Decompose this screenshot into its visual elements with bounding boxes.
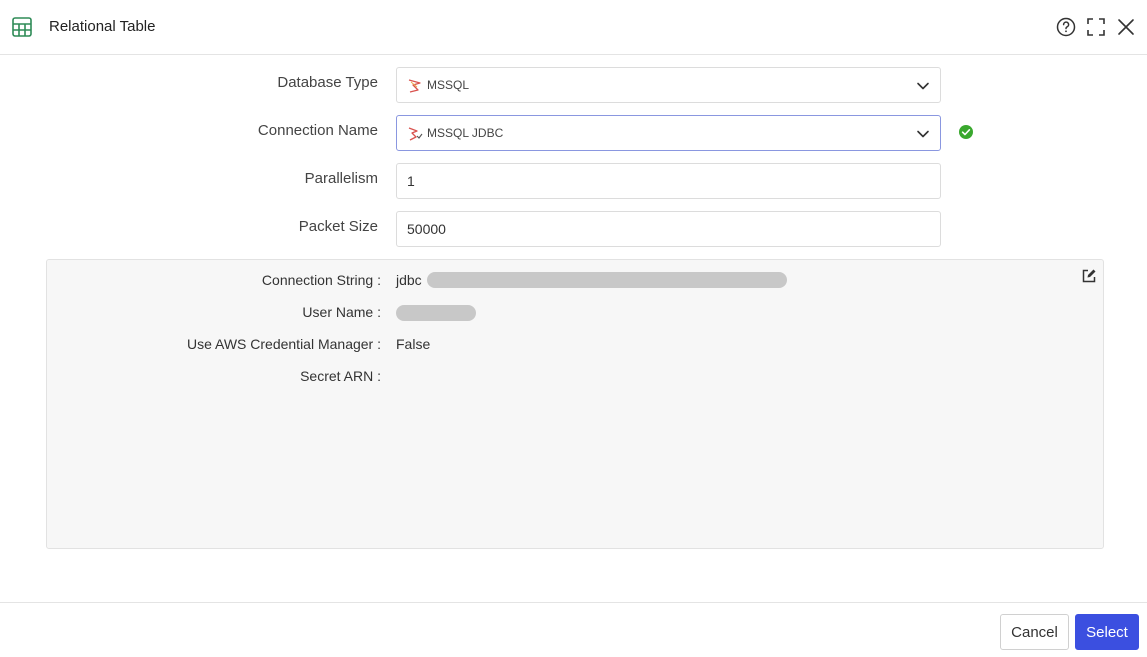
packet-size-input[interactable]: 50000: [396, 211, 941, 247]
dialog-footer: Cancel Select: [0, 602, 1147, 657]
connection-name-row: Connection Name MSSQL JDBC: [0, 115, 1147, 151]
parallelism-row: Parallelism 1: [0, 163, 1147, 199]
chevron-down-icon: [917, 82, 929, 90]
connection-string-label: Connection String :: [261, 272, 381, 288]
parallelism-label: Parallelism: [304, 170, 378, 187]
dialog-header: Relational Table: [0, 0, 1147, 55]
user-name-label: User Name :: [302, 304, 381, 320]
parallelism-input[interactable]: 1: [396, 163, 941, 199]
connection-string-value: jdbc: [396, 272, 422, 288]
secret-arn-label: Secret ARN :: [300, 368, 381, 384]
connection-name-label: Connection Name: [257, 122, 378, 139]
aws-credential-row: Use AWS Credential Manager : False: [47, 334, 1105, 356]
database-type-select[interactable]: MSSQL: [396, 67, 941, 103]
secret-arn-row: Secret ARN :: [47, 366, 1105, 388]
dialog-title: Relational Table: [49, 18, 156, 35]
user-name-row: User Name :: [47, 302, 1105, 324]
select-button[interactable]: Select: [1075, 614, 1139, 650]
mssql-icon: [408, 79, 421, 93]
redacted-connection-string: [427, 272, 787, 288]
mssql-jdbc-icon: [408, 127, 423, 141]
packet-size-row: Packet Size 50000: [0, 211, 1147, 247]
database-type-label: Database Type: [277, 74, 378, 91]
cancel-button[interactable]: Cancel: [1000, 614, 1069, 650]
aws-credential-value: False: [396, 336, 431, 352]
packet-size-value: 50000: [407, 221, 446, 237]
fullscreen-icon[interactable]: [1085, 16, 1107, 38]
help-icon[interactable]: [1055, 16, 1077, 38]
connection-string-row: Connection String : jdbc: [47, 270, 1105, 292]
database-type-value: MSSQL: [427, 78, 470, 92]
redacted-user-name: [396, 305, 476, 321]
connection-name-value: MSSQL JDBC: [427, 126, 504, 140]
database-type-row: Database Type MSSQL: [0, 67, 1147, 103]
close-icon[interactable]: [1115, 16, 1137, 38]
aws-credential-label: Use AWS Credential Manager :: [186, 336, 381, 352]
parallelism-value: 1: [407, 173, 415, 189]
connection-details-panel: Connection String : jdbc User Name : Use…: [46, 259, 1104, 549]
packet-size-label: Packet Size: [298, 218, 378, 235]
connection-ok-icon: [959, 125, 973, 139]
table-icon: [12, 17, 32, 37]
connection-name-select[interactable]: MSSQL JDBC: [396, 115, 941, 151]
chevron-down-icon: [917, 130, 929, 138]
